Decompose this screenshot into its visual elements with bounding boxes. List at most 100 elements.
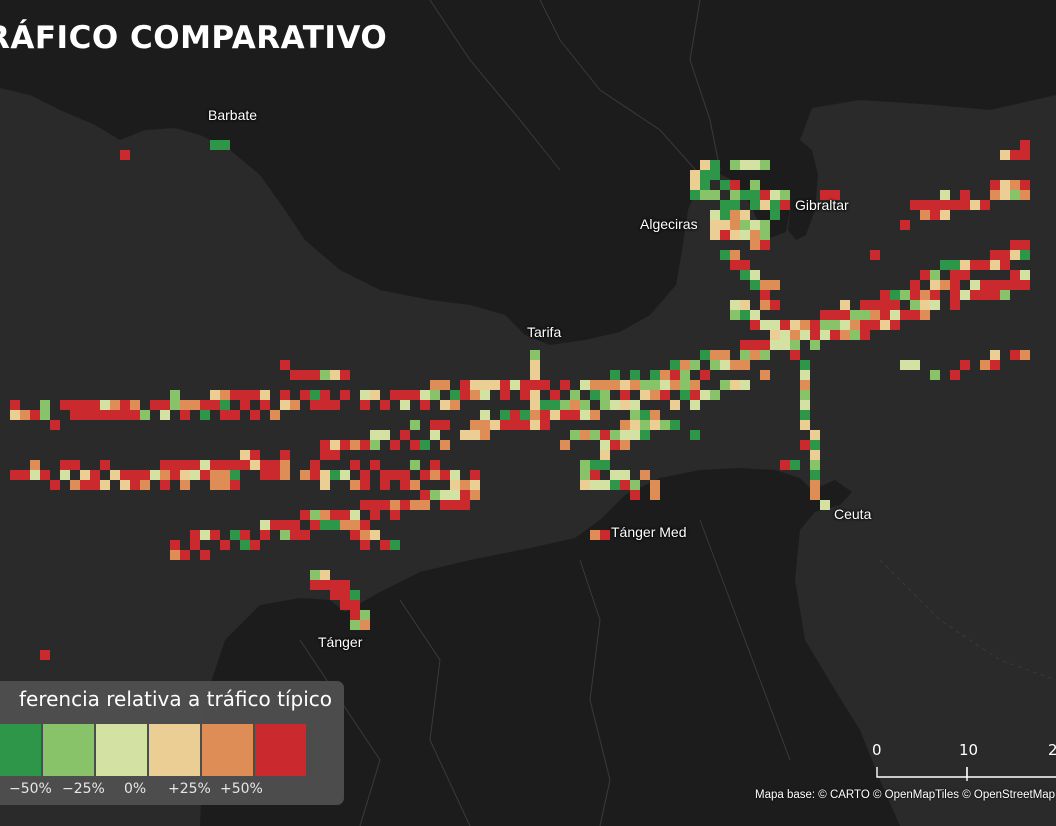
traffic-cell	[280, 460, 290, 470]
traffic-cell	[280, 520, 290, 530]
traffic-cell	[250, 460, 260, 470]
traffic-cell	[290, 370, 300, 380]
traffic-cell	[530, 400, 540, 410]
traffic-cell	[380, 470, 390, 480]
traffic-cell	[600, 480, 610, 490]
traffic-cell	[890, 320, 900, 330]
traffic-cell	[950, 270, 960, 280]
traffic-cell	[220, 410, 230, 420]
traffic-cell	[360, 500, 370, 510]
traffic-cell	[380, 480, 390, 490]
traffic-cell	[410, 460, 420, 470]
traffic-cell	[460, 380, 470, 390]
traffic-cell	[260, 530, 270, 540]
traffic-cell	[860, 310, 870, 320]
traffic-cell	[600, 440, 610, 450]
traffic-cell	[660, 390, 670, 400]
traffic-cell	[620, 480, 630, 490]
traffic-cell	[340, 390, 350, 400]
traffic-cell	[770, 330, 780, 340]
traffic-cell	[120, 410, 130, 420]
traffic-cell	[750, 240, 760, 250]
traffic-cell	[670, 400, 680, 410]
traffic-cell	[380, 400, 390, 410]
traffic-cell	[380, 540, 390, 550]
traffic-cell	[490, 420, 500, 430]
traffic-cell	[720, 200, 730, 210]
traffic-cell	[710, 350, 720, 360]
traffic-cell	[90, 470, 100, 480]
traffic-cell	[710, 230, 720, 240]
traffic-cell	[800, 400, 810, 410]
traffic-cell	[160, 470, 170, 480]
traffic-cell	[540, 380, 550, 390]
traffic-cell	[140, 470, 150, 480]
traffic-cell	[810, 340, 820, 350]
traffic-cell	[410, 480, 420, 490]
traffic-cell	[330, 400, 340, 410]
traffic-cell	[210, 460, 220, 470]
traffic-cell	[770, 200, 780, 210]
traffic-cell	[240, 450, 250, 460]
traffic-cell	[280, 390, 290, 400]
legend-swatch-2	[96, 724, 147, 776]
traffic-cell	[650, 410, 660, 420]
traffic-cell	[440, 470, 450, 480]
traffic-cell	[900, 290, 910, 300]
place-label-tarifa: Tarifa	[527, 324, 562, 340]
traffic-cell	[250, 450, 260, 460]
traffic-cell	[50, 420, 60, 430]
traffic-cell	[1010, 190, 1020, 200]
traffic-cell	[360, 530, 370, 540]
traffic-cell	[550, 390, 560, 400]
traffic-cell	[400, 430, 410, 440]
traffic-cell	[360, 400, 370, 410]
traffic-cell	[90, 410, 100, 420]
traffic-cell	[820, 320, 830, 330]
traffic-cell	[620, 430, 630, 440]
traffic-cell	[110, 400, 120, 410]
traffic-cell	[1000, 150, 1010, 160]
traffic-cell	[920, 210, 930, 220]
traffic-cell	[210, 400, 220, 410]
traffic-cell	[670, 360, 680, 370]
traffic-cell	[460, 480, 470, 490]
traffic-cell	[750, 350, 760, 360]
traffic-cell	[320, 570, 330, 580]
scale-bar: 0 10 2	[868, 741, 1056, 785]
traffic-cell	[60, 400, 70, 410]
traffic-cell	[180, 460, 190, 470]
traffic-cell	[720, 220, 730, 230]
traffic-cell	[730, 360, 740, 370]
traffic-cell	[760, 220, 770, 230]
traffic-cell	[800, 330, 810, 340]
traffic-cell	[320, 400, 330, 410]
traffic-cell	[990, 290, 1000, 300]
traffic-cell	[340, 520, 350, 530]
traffic-cell	[1010, 270, 1020, 280]
traffic-cell	[450, 390, 460, 400]
traffic-cell	[800, 420, 810, 430]
traffic-cell	[590, 390, 600, 400]
traffic-cell	[390, 470, 400, 480]
traffic-cell	[310, 580, 320, 590]
traffic-cell	[950, 280, 960, 290]
traffic-cell	[820, 500, 830, 510]
traffic-cell	[280, 530, 290, 540]
traffic-cell	[950, 300, 960, 310]
traffic-cell	[750, 310, 760, 320]
traffic-cell	[440, 420, 450, 430]
traffic-cell	[730, 220, 740, 230]
traffic-cell	[710, 390, 720, 400]
traffic-cell	[160, 460, 170, 470]
traffic-cell	[690, 430, 700, 440]
traffic-cell	[800, 320, 810, 330]
traffic-cell	[750, 320, 760, 330]
traffic-cell	[90, 480, 100, 490]
traffic-cell	[300, 530, 310, 540]
traffic-cell	[310, 400, 320, 410]
traffic-cell	[350, 440, 360, 450]
traffic-cell	[280, 450, 290, 460]
traffic-cell	[780, 460, 790, 470]
traffic-cell	[10, 470, 20, 480]
